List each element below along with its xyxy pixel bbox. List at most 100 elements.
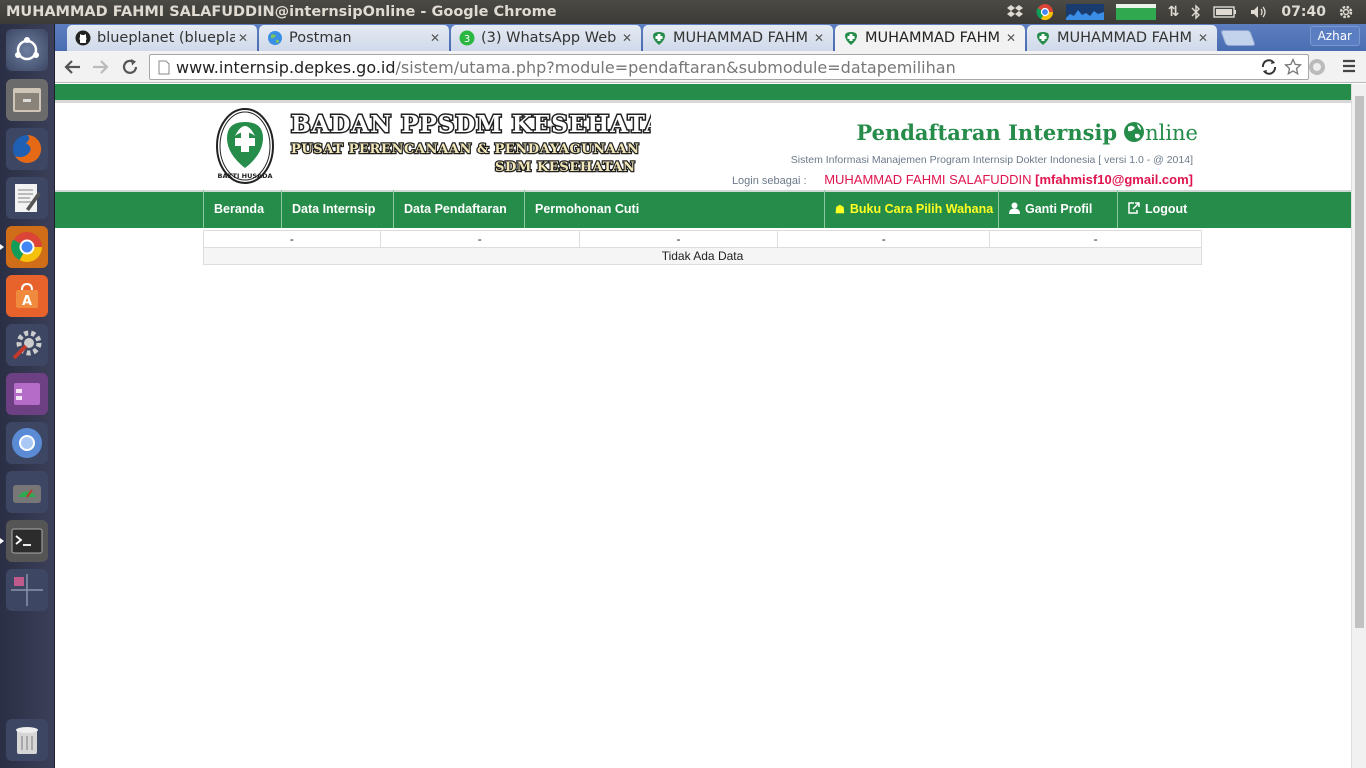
main-nav: Beranda Data Internsip Data Pendaftaran …: [203, 190, 1203, 228]
app-icon[interactable]: [6, 373, 48, 415]
chrome-tray-icon[interactable]: [1036, 3, 1054, 21]
url-path: /sistem/utama.php?module=pendaftaran&sub…: [395, 57, 956, 77]
whatsapp-icon: 3: [459, 30, 475, 46]
bakti-husada-icon: [651, 30, 667, 46]
scrollbar-thumb[interactable]: [1355, 96, 1364, 628]
nav-beranda[interactable]: Beranda: [203, 190, 281, 228]
table-row: - - - - -: [203, 230, 1202, 248]
bookmark-star-icon[interactable]: [1284, 58, 1302, 76]
nav-data-pendaftaran[interactable]: Data Pendaftaran: [393, 190, 524, 228]
browser-window: blueplanet (bluepla ✕ Postman ✕ 3 (3) Wh…: [55, 24, 1366, 768]
table-cell: -: [989, 230, 1202, 248]
software-center-icon[interactable]: A: [6, 275, 48, 317]
data-table: - - - - - Tidak Ada Data: [203, 230, 1202, 265]
site-title: Pendaftaran Internsip nline: [856, 120, 1198, 145]
tab-postman[interactable]: Postman ✕: [259, 25, 449, 51]
site-logo[interactable]: BADAN PPSDM KESEHATAN PUSAT PERENCANAAN …: [205, 106, 686, 186]
table-cell: -: [379, 230, 580, 248]
nav-data-internsip[interactable]: Data Internsip: [281, 190, 393, 228]
tab-internsip-active[interactable]: MUHAMMAD FAHM ✕: [835, 25, 1025, 51]
login-email: [mfahmisf10@gmail.com]: [1035, 172, 1193, 187]
logout-icon: [1128, 201, 1140, 217]
new-tab-button[interactable]: [1220, 30, 1256, 46]
files-icon[interactable]: [6, 79, 48, 121]
system-settings-icon[interactable]: [6, 324, 48, 366]
volume-icon[interactable]: [1249, 4, 1269, 20]
chrome-icon[interactable]: [0, 226, 48, 268]
profile-button[interactable]: Azhar: [1309, 26, 1360, 46]
tab-whatsapp[interactable]: 3 (3) WhatsApp Web ✕: [451, 25, 641, 51]
dropbox-icon[interactable]: [1006, 4, 1024, 20]
chromium-icon[interactable]: [6, 422, 48, 464]
browser-toolbar: www.internsip.depkes.go.id/sistem/utama.…: [55, 51, 1366, 83]
url-host: www.internsip.depkes.go.id: [176, 57, 396, 77]
firefox-icon[interactable]: [6, 128, 48, 170]
nav-permohonan-cuti[interactable]: Permohonan Cuti: [524, 190, 824, 228]
login-info: Login sebagai : MUHAMMAD FAHMI SALAFUDDI…: [732, 172, 1193, 187]
globe-icon: [267, 30, 283, 46]
unity-launcher: A: [0, 24, 55, 768]
nav-buku-cara-pilih-wahana[interactable]: ☗ Buku Cara Pilih Wahana: [824, 190, 998, 228]
menu-icon[interactable]: [1340, 57, 1358, 75]
tab-github[interactable]: blueplanet (bluepla ✕: [67, 25, 257, 51]
svg-text:BADAN PPSDM KESEHATAN: BADAN PPSDM KESEHATAN: [291, 111, 651, 138]
workspace-switcher-icon[interactable]: [6, 569, 48, 611]
table-cell: -: [777, 230, 991, 248]
clock[interactable]: 07:40: [1281, 0, 1326, 24]
scrollbar[interactable]: [1351, 84, 1366, 768]
network-arrows-icon[interactable]: ⇅: [1168, 0, 1180, 24]
cpu-graph-icon: [1115, 4, 1156, 20]
site-header: BADAN PPSDM KESEHATAN PUSAT PERENCANAAN …: [205, 106, 1198, 187]
nav-ganti-profil[interactable]: Ganti Profil: [998, 190, 1117, 228]
system-tray: ⇅ 07:40: [1006, 0, 1366, 24]
table-empty-row: Tidak Ada Data: [203, 247, 1202, 265]
tab-internsip-1[interactable]: MUHAMMAD FAHM ✕: [643, 25, 833, 51]
back-icon[interactable]: [60, 55, 84, 79]
close-icon[interactable]: ✕: [811, 31, 827, 45]
svg-text:PUSAT PERENCANAAN & PENDAYAGUN: PUSAT PERENCANAAN & PENDAYAGUNAAN: [291, 142, 640, 157]
top-panel: MUHAMMAD FAHMI SALAFUDDIN@internsipOnlin…: [0, 0, 1366, 24]
disk-usage-icon[interactable]: [6, 471, 48, 513]
top-green-band: [55, 84, 1351, 103]
close-icon[interactable]: ✕: [619, 31, 635, 45]
close-icon[interactable]: ✕: [1003, 31, 1019, 45]
nav-logout[interactable]: Logout: [1117, 190, 1203, 228]
bluetooth-icon[interactable]: [1191, 4, 1201, 20]
close-icon[interactable]: ✕: [235, 31, 251, 45]
table-cell: -: [203, 230, 381, 248]
reload-icon[interactable]: [118, 55, 142, 79]
session-gear-icon[interactable]: [1338, 4, 1354, 20]
page-icon: [158, 60, 170, 75]
forward-icon[interactable]: [89, 55, 113, 79]
svg-text:BAKTI HUSADA: BAKTI HUSADA: [218, 172, 273, 180]
window-title: MUHAMMAD FAHMI SALAFUDDIN@internsipOnlin…: [6, 4, 557, 20]
site-subtitle: Sistem Informasi Manajemen Program Inter…: [790, 154, 1193, 166]
table-cell: -: [578, 230, 779, 248]
terminal-icon[interactable]: [0, 520, 48, 562]
page-content: BADAN PPSDM KESEHATAN PUSAT PERENCANAAN …: [55, 84, 1351, 768]
svg-text:3: 3: [464, 34, 470, 45]
user-icon: [1009, 202, 1020, 217]
close-icon[interactable]: ✕: [1195, 31, 1211, 45]
login-name: MUHAMMAD FAHMI SALAFUDDIN: [824, 172, 1032, 187]
battery-icon[interactable]: [1213, 5, 1237, 19]
book-icon: ☗: [835, 203, 845, 216]
trash-icon[interactable]: [6, 719, 48, 761]
login-label: Login sebagai :: [731, 175, 807, 187]
github-icon: [75, 30, 91, 46]
text-editor-icon[interactable]: [6, 177, 48, 219]
dash-icon[interactable]: [6, 29, 48, 71]
empty-message: Tidak Ada Data: [203, 247, 1202, 265]
tab-strip: blueplanet (bluepla ✕ Postman ✕ 3 (3) Wh…: [55, 24, 1366, 51]
close-icon[interactable]: ✕: [427, 31, 443, 45]
extension-icon[interactable]: [1305, 55, 1329, 79]
network-graph-icon: [1065, 4, 1104, 20]
svg-text:SDM KESEHATAN: SDM KESEHATAN: [495, 160, 635, 175]
svg-text:A: A: [22, 294, 32, 309]
address-bar[interactable]: www.internsip.depkes.go.id/sistem/utama.…: [149, 54, 1309, 80]
globe-icon: [1123, 121, 1145, 143]
tab-internsip-3[interactable]: MUHAMMAD FAHM ✕: [1027, 25, 1217, 51]
bakti-husada-icon: [843, 30, 859, 46]
sync-icon[interactable]: [1260, 58, 1278, 76]
bakti-husada-icon: [1035, 30, 1051, 46]
